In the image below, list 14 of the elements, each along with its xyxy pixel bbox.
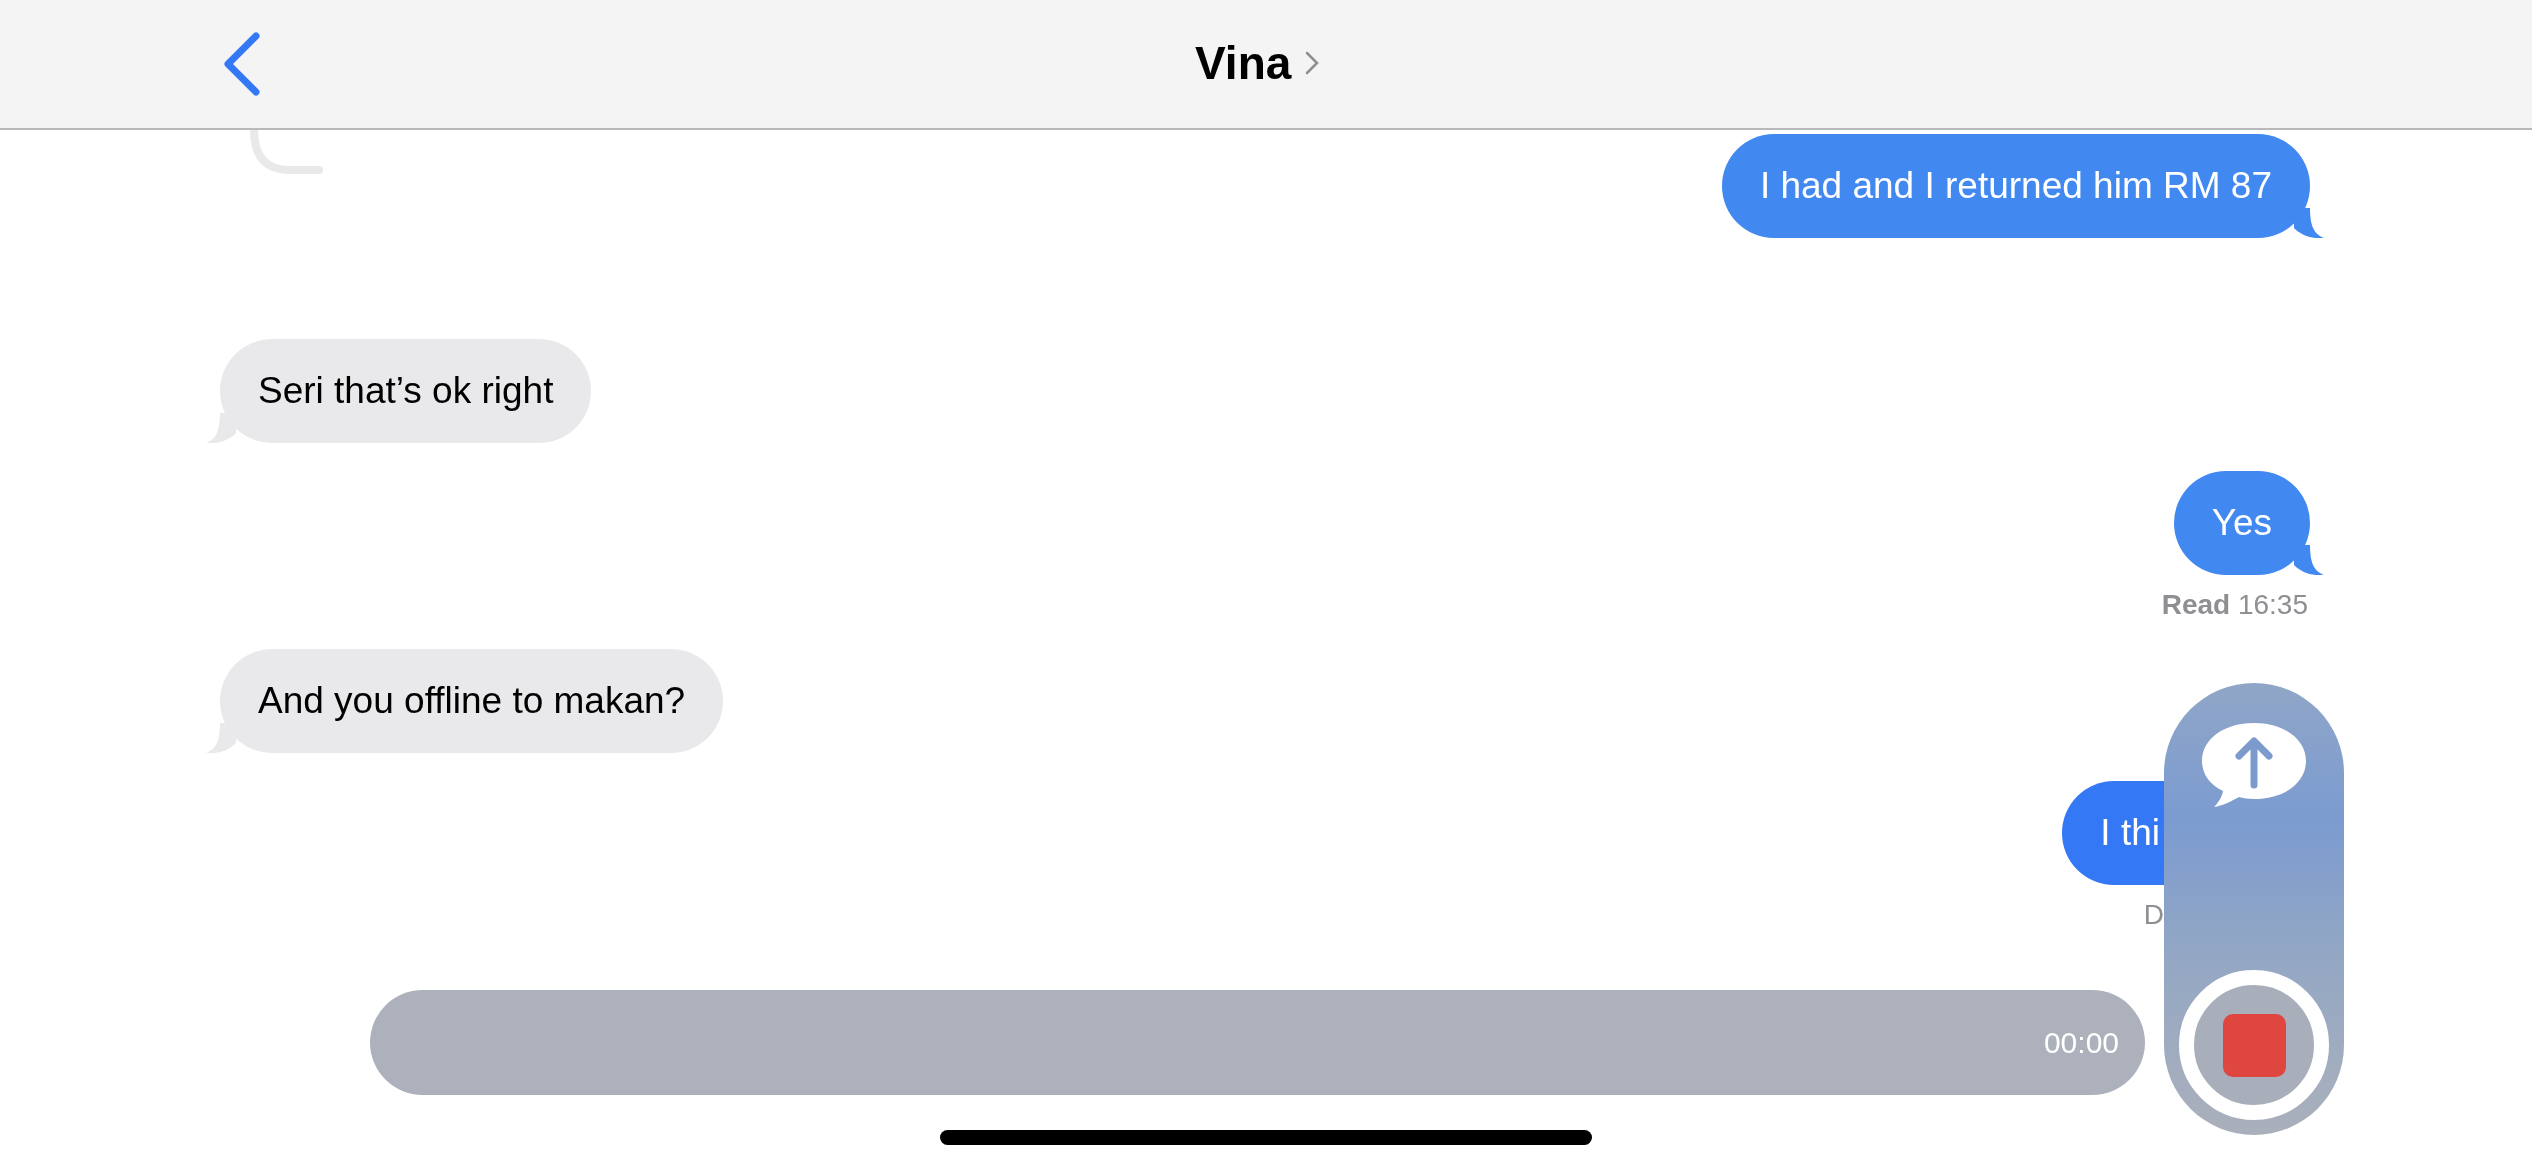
message-bubble: And you offline to makan? <box>220 649 724 753</box>
recording-timer: 00:00 <box>2043 1025 2119 1060</box>
bubble-tail <box>2294 545 2324 575</box>
bubble-tail <box>2294 208 2324 238</box>
message-bubble: I had and I returned him RM 87 <box>1721 134 2310 238</box>
message-bubble: Yes <box>2173 471 2310 575</box>
contact-name[interactable]: Vina <box>1195 36 1292 90</box>
back-chevron-icon <box>222 31 262 97</box>
read-receipt: D <box>2143 899 2164 931</box>
stop-icon <box>2222 1013 2286 1077</box>
message-bubble: Seri that’s ok right <box>220 339 592 443</box>
read-receipt: Read 16:35 <box>2161 589 2308 621</box>
back-button[interactable] <box>222 31 262 97</box>
chevron-right-icon <box>1305 51 1320 75</box>
